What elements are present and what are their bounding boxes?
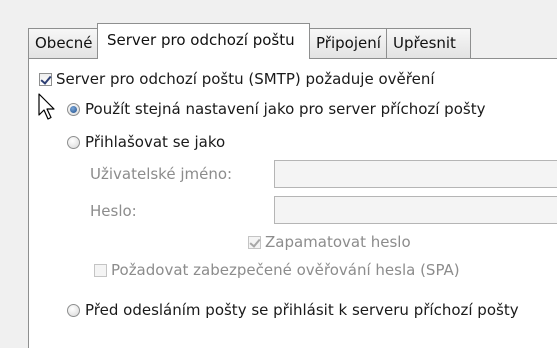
same-settings-radio[interactable] <box>67 102 80 116</box>
same-settings-label[interactable]: Použít stejná nastavení jako pro server … <box>85 100 485 118</box>
password-label: Heslo: <box>90 202 137 220</box>
password-input[interactable] <box>274 196 557 224</box>
logon-before-send-label[interactable]: Před odesláním pošty se přihlásit k serv… <box>85 301 519 319</box>
smtp-auth-label[interactable]: Server pro odchozí poštu (SMTP) požaduje… <box>56 70 435 88</box>
logon-before-send-radio[interactable] <box>67 303 80 317</box>
require-spa-checkbox[interactable] <box>94 263 107 277</box>
log-on-as-radio[interactable] <box>67 135 80 149</box>
tab-strip: Obecné Server pro odchozí poštu Připojen… <box>0 0 557 59</box>
logon-before-send-row[interactable]: Před odesláním pošty se přihlásit k serv… <box>67 301 519 319</box>
tab-advanced[interactable]: Upřesnit <box>386 28 471 58</box>
remember-password-row[interactable]: Zapamatovat heslo <box>248 233 411 251</box>
require-spa-row[interactable]: Požadovat zabezpečené ověřování hesla (S… <box>94 261 460 279</box>
username-input[interactable] <box>274 160 557 188</box>
smtp-auth-row[interactable]: Server pro odchozí poštu (SMTP) požaduje… <box>39 70 435 88</box>
mouse-pointer-icon <box>38 93 55 120</box>
same-settings-row[interactable]: Použít stejná nastavení jako pro server … <box>67 100 485 118</box>
remember-password-label[interactable]: Zapamatovat heslo <box>265 233 411 251</box>
log-on-as-label[interactable]: Přihlašovat se jako <box>85 133 225 151</box>
require-spa-label[interactable]: Požadovat zabezpečené ověřování hesla (S… <box>111 261 460 279</box>
log-on-as-row[interactable]: Přihlašovat se jako <box>67 133 225 151</box>
tab-general[interactable]: Obecné <box>28 28 98 58</box>
tab-outgoing-server[interactable]: Server pro odchozí poštu <box>97 23 310 59</box>
tab-panel-outgoing-server: Server pro odchozí poštu (SMTP) požaduje… <box>28 58 557 348</box>
remember-password-checkbox[interactable] <box>248 235 261 249</box>
smtp-auth-checkbox[interactable] <box>39 72 52 86</box>
tab-connection[interactable]: Připojení <box>309 28 387 58</box>
username-label: Uživatelské jméno: <box>90 165 233 183</box>
